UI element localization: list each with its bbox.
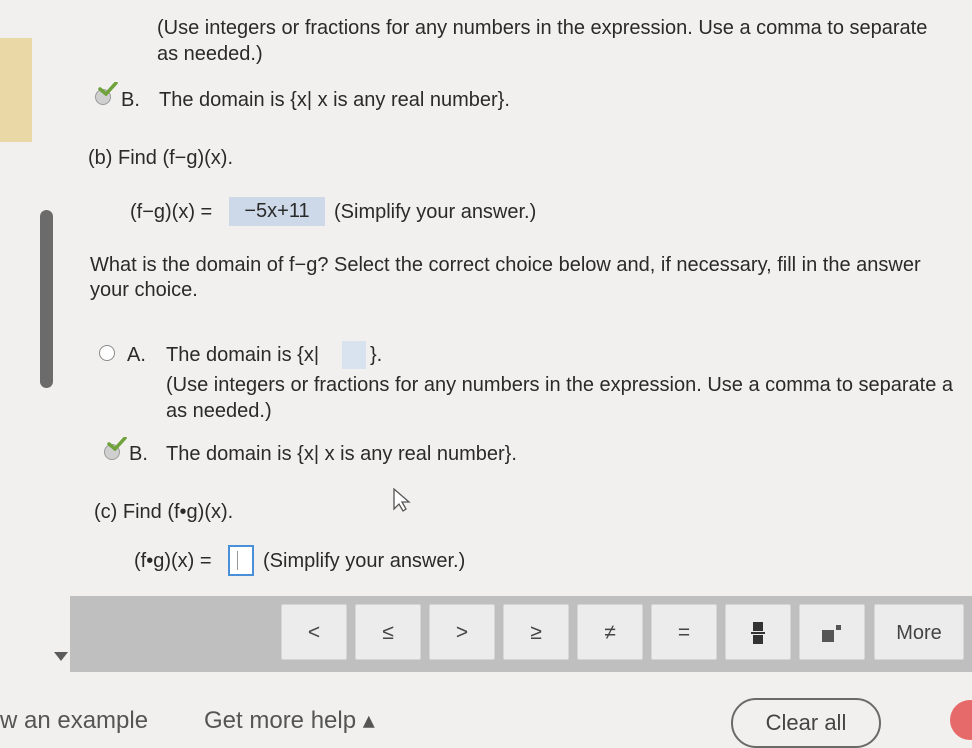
exponent-icon [822,625,841,643]
part-b-choice-a-close: }. [370,344,383,366]
greater-equal-button[interactable]: ≥ [503,604,569,660]
part-c-prompt: (c) Find (f•g)(x). [94,501,234,523]
correct-check-icon [98,82,118,96]
clear-all-button[interactable]: Clear all [731,698,881,748]
part-b-expr-label: (f−g)(x) = [130,201,213,223]
domain-question-line1: What is the domain of f−g? Select the co… [90,254,921,276]
mouse-cursor-icon [393,487,411,512]
view-example-link[interactable]: w an example [0,706,148,736]
scrollbar-thumb[interactable] [40,210,53,388]
more-button[interactable]: More [874,604,964,660]
part-b-choice-a-text: The domain is {x| [166,344,320,366]
less-than-button[interactable]: < [281,604,347,660]
check-answer-button[interactable] [950,700,972,740]
side-accent-strip [0,38,32,142]
equals-button[interactable]: = [651,604,717,660]
part-c-expr-label: (f•g)(x) = [134,550,212,572]
part-c-hint: (Simplify your answer.) [263,550,466,572]
domain-question-line2: your choice. [90,279,198,301]
part-b-choice-a-radio[interactable] [99,345,115,361]
fraction-button[interactable] [725,604,791,660]
correct-check-icon [107,437,127,451]
part-b-choice-a-instruction-line1: (Use integers or fractions for any numbe… [166,374,954,396]
part-b-hint: (Simplify your answer.) [334,201,537,223]
part-c-answer-input[interactable] [228,545,254,576]
part-b-choice-a-letter: A. [127,344,146,366]
part-b-choice-b-text: The domain is {x| x is any real number}. [166,443,517,465]
part-a-instruction-line2: as needed.) [157,43,263,65]
part-a-choice-b-letter: B. [121,89,140,111]
part-b-prompt: (b) Find (f−g)(x). [88,147,234,169]
not-equal-button[interactable]: ≠ [577,604,643,660]
less-equal-button[interactable]: ≤ [355,604,421,660]
part-b-answer[interactable]: −5x+11 [229,197,325,226]
fraction-icon [751,622,765,645]
greater-than-button[interactable]: > [429,604,495,660]
get-more-help-link[interactable]: Get more help ▴ [204,706,375,736]
part-b-choice-a-instruction-line2: as needed.) [166,400,272,422]
part-b-choice-b-letter: B. [129,443,148,465]
exponent-button[interactable] [799,604,865,660]
collapse-arrow-icon[interactable] [54,652,68,661]
part-b-choice-a-blank[interactable] [342,341,366,369]
part-a-choice-b-text: The domain is {x| x is any real number}. [159,89,510,111]
part-a-instruction-line1: (Use integers or fractions for any numbe… [157,17,928,39]
